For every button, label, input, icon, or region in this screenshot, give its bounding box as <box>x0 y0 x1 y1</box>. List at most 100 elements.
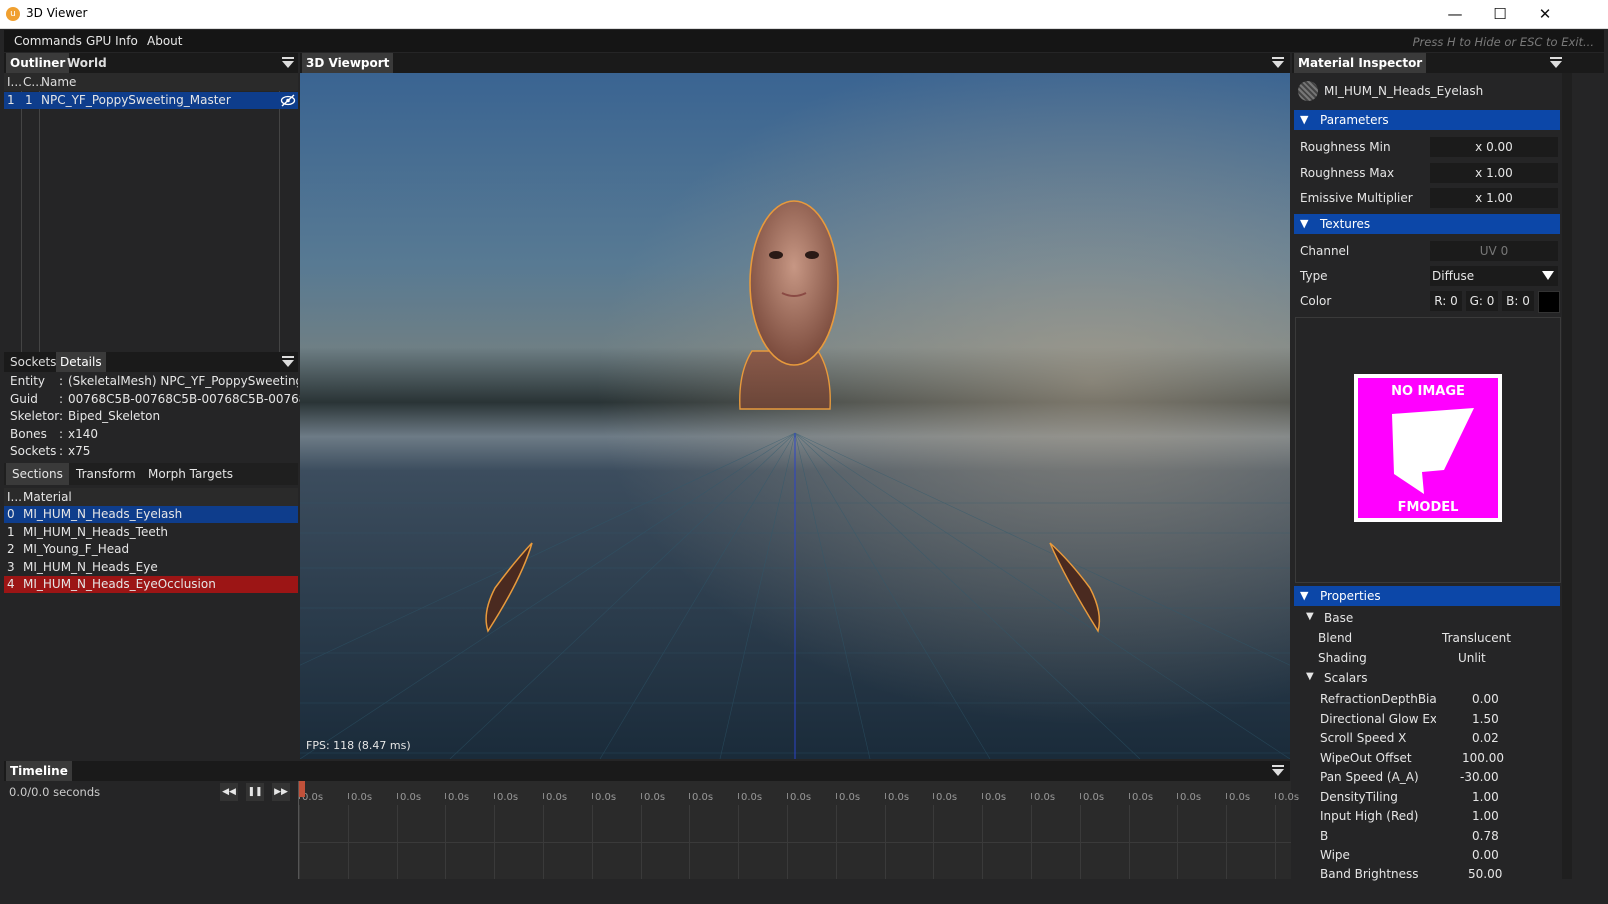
timeline-tick <box>592 793 593 799</box>
tab-outliner[interactable]: Outliner <box>6 53 70 73</box>
timeline-tick-label: 0.0s <box>1034 792 1056 803</box>
timeline-tick <box>1226 793 1227 799</box>
window-titlebar: u 3D Viewer — ☐ ✕ <box>0 0 1608 29</box>
col-count[interactable]: C... <box>23 75 43 89</box>
fmodel-logo-icon <box>1392 408 1474 494</box>
material-sphere-icon <box>1298 81 1318 101</box>
timeline-grid <box>299 805 1291 879</box>
timeline-track[interactable]: 0.0s 0.0s 0.0s 0.0s 0.0s 0.0s 0.0s 0.0s 0.0s 0.0s… <box>298 781 1299 879</box>
collapse-arrow-icon[interactable]: ▼ <box>1306 611 1314 622</box>
param-roughness-max-field[interactable]: x 1.00 <box>1430 163 1558 183</box>
section-material: MI_HUM_N_Heads_Eye <box>23 560 158 574</box>
timeline-tick-label: 0.0s <box>985 792 1007 803</box>
blend-label: Blend <box>1318 631 1353 645</box>
timeline-tabbar: Timeline <box>4 761 1290 781</box>
properties-header[interactable]: ▼ Properties <box>1294 586 1560 606</box>
base-group-label[interactable]: Base <box>1324 611 1353 625</box>
panel-menu-icon[interactable] <box>282 57 294 69</box>
collapse-arrow-icon[interactable]: ▼ <box>1306 671 1314 682</box>
color-r-field[interactable]: R: 0 <box>1430 291 1462 311</box>
col-index[interactable]: I... <box>7 490 22 504</box>
timeline-tick <box>689 793 690 799</box>
shading-value: Unlit <box>1458 651 1486 665</box>
section-index: 3 <box>7 560 15 574</box>
col-index[interactable]: I... <box>7 75 22 89</box>
playhead-handle[interactable] <box>299 781 305 797</box>
timeline-tick <box>982 793 983 799</box>
outliner-header: I... C... Name <box>4 73 298 91</box>
no-image-frame: NO IMAGE FMODEL <box>1354 374 1502 522</box>
tab-3d-viewport[interactable]: 3D Viewport <box>302 53 394 73</box>
panel-menu-icon[interactable] <box>1272 765 1284 777</box>
scalar-value: 1.50 <box>1472 712 1499 726</box>
tab-timeline[interactable]: Timeline <box>6 761 72 781</box>
inspector-scrollbar[interactable] <box>1562 73 1572 879</box>
textures-header[interactable]: ▼ Textures <box>1294 214 1560 234</box>
timeline-tick-label: 0.0s <box>400 792 422 803</box>
tab-transform[interactable]: Transform <box>70 463 142 485</box>
tab-sockets[interactable]: Sockets <box>6 352 60 372</box>
no-image-bottom-text: FMODEL <box>1397 500 1459 515</box>
detail-entity: Entity : (SkeletalMesh) NPC_YF_PoppySwee… <box>4 373 298 390</box>
color-b-field[interactable]: B: 0 <box>1502 291 1534 311</box>
col-name[interactable]: Name <box>41 75 76 89</box>
collapse-arrow-icon: ▼ <box>1300 217 1309 230</box>
menu-about[interactable]: About <box>147 34 182 48</box>
panel-menu-icon[interactable] <box>282 356 294 368</box>
pause-button[interactable]: ❚❚ <box>246 783 264 801</box>
parameters-header[interactable]: ▼ Parameters <box>1294 110 1560 130</box>
param-roughness-max-label: Roughness Max <box>1300 166 1395 180</box>
section-row[interactable]: 3 MI_HUM_N_Heads_Eye <box>4 559 298 576</box>
fast-forward-button[interactable]: ▶▶ <box>272 783 290 801</box>
timeline-tick-label: 0.0s <box>595 792 617 803</box>
material-name: MI_HUM_N_Heads_Eyelash <box>1324 84 1484 98</box>
visibility-off-icon[interactable] <box>280 94 296 107</box>
detail-value: 00768C5B-00768C5B-00768C5B-00768C5B <box>68 392 331 406</box>
timeline-gridline <box>299 842 1291 843</box>
color-swatch[interactable] <box>1538 291 1560 313</box>
close-button[interactable]: ✕ <box>1522 0 1568 28</box>
param-roughness-min-field[interactable]: x 0.00 <box>1430 137 1558 157</box>
detail-guid: Guid : 00768C5B-00768C5B-00768C5B-00768C… <box>4 391 331 408</box>
menu-gpu-info[interactable]: GPU Info <box>86 34 138 48</box>
panel-menu-icon[interactable] <box>1550 57 1562 69</box>
timeline-tick-label: 0.0s <box>790 792 812 803</box>
detail-label: Guid <box>10 392 38 406</box>
tab-morph-targets[interactable]: Morph Targets <box>142 463 239 485</box>
panel-menu-icon[interactable] <box>1272 57 1284 69</box>
minimize-button[interactable]: — <box>1432 0 1478 28</box>
tab-details[interactable]: Details <box>56 352 106 372</box>
channel-field[interactable]: UV 0 <box>1430 241 1558 261</box>
sections-tabbar: Sections Transform Morph Targets <box>4 463 298 485</box>
tab-sections[interactable]: Sections <box>6 463 69 485</box>
section-row[interactable]: 2 MI_Young_F_Head <box>4 541 298 558</box>
scalar-label: DensityTiling <box>1320 790 1398 804</box>
maximize-button[interactable]: ☐ <box>1477 0 1523 28</box>
collapse-arrow-icon: ▼ <box>1300 589 1309 602</box>
window-title: 3D Viewer <box>26 6 88 20</box>
param-emissive-field[interactable]: x 1.00 <box>1430 188 1558 208</box>
scalar-label: Wipe <box>1320 848 1350 862</box>
color-g-field[interactable]: G: 0 <box>1466 291 1498 311</box>
section-index: 0 <box>7 507 15 521</box>
menu-commands[interactable]: Commands <box>14 34 82 48</box>
type-dropdown[interactable]: Diffuse <box>1430 266 1558 286</box>
textures-label: Textures <box>1320 217 1371 231</box>
col-material[interactable]: Material <box>23 490 72 504</box>
section-row-error[interactable]: 4 MI_HUM_N_Heads_EyeOcclusion <box>4 576 298 593</box>
outliner-row[interactable]: 1 1 NPC_YF_PoppySweeting_Master <box>4 92 298 109</box>
tab-material-inspector[interactable]: Material Inspector <box>1294 53 1427 73</box>
timeline-tick <box>738 793 739 799</box>
scalars-group-label[interactable]: Scalars <box>1324 671 1367 685</box>
no-image-placeholder: NO IMAGE FMODEL <box>1358 378 1498 518</box>
tab-world[interactable]: World <box>63 53 111 73</box>
rewind-button[interactable]: ◀◀ <box>220 783 238 801</box>
shading-label: Shading <box>1318 651 1367 665</box>
section-row[interactable]: 0 MI_HUM_N_Heads_Eyelash <box>4 506 298 523</box>
scalar-value: 1.00 <box>1472 790 1499 804</box>
section-row[interactable]: 1 MI_HUM_N_Heads_Teeth <box>4 524 298 541</box>
3d-viewport[interactable]: FPS: 118 (8.47 ms) <box>300 73 1290 759</box>
scalar-label: Scroll Speed X <box>1320 731 1407 745</box>
detail-value: Biped_Skeleton <box>68 409 161 423</box>
timeline-tick-label: 0.0s <box>839 792 861 803</box>
